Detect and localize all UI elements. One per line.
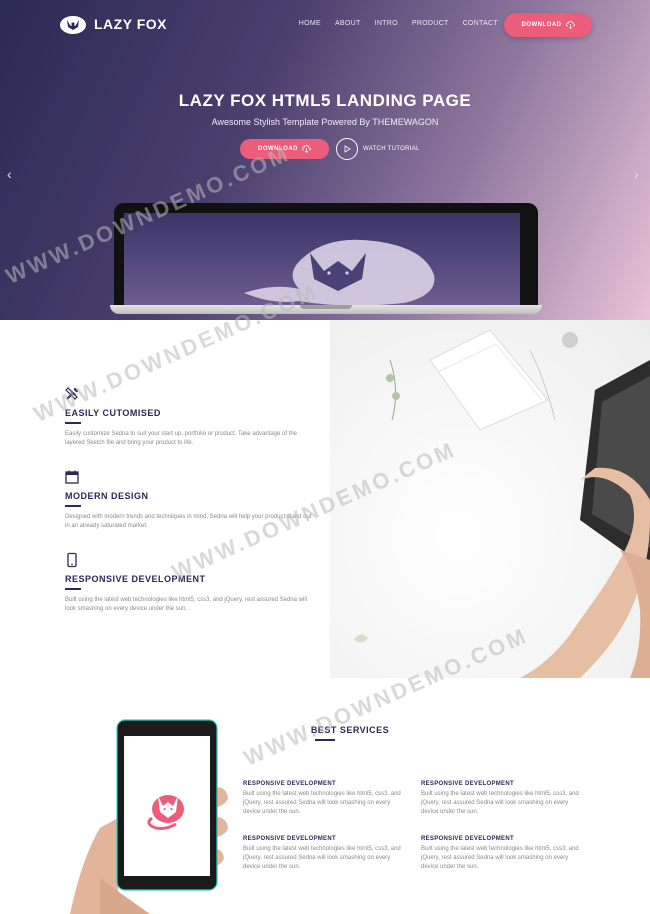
nav-download-label: DOWNLOAD — [521, 22, 562, 28]
feature-description: Built using the latest web technologies … — [65, 597, 308, 612]
feature-underline — [65, 422, 81, 424]
service-item: RESPONSIVE DEVELOPMENT Built using the l… — [243, 836, 403, 872]
nav-item-contact[interactable]: CONTACT — [463, 20, 498, 27]
laptop-mockup — [110, 203, 542, 320]
feature-underline — [65, 588, 81, 590]
service-description: Built using the latest web technologies … — [421, 791, 579, 815]
top-nav: LAZY FOX HOME ABOUT INTRO PRODUCT CONTAC… — [0, 0, 650, 50]
hero-section: LAZY FOX HOME ABOUT INTRO PRODUCT CONTAC… — [0, 0, 650, 320]
play-icon — [336, 138, 358, 160]
hero-title: LAZY FOX HTML5 LANDING PAGE — [178, 91, 472, 110]
download-cloud-icon — [302, 145, 311, 153]
service-title: RESPONSIVE DEVELOPMENT — [421, 781, 514, 787]
feature-description: Easily customize Sedna to suit your star… — [65, 431, 298, 446]
nav-item-product[interactable]: PRODUCT — [412, 20, 449, 27]
service-description: Built using the latest web technologies … — [421, 846, 579, 870]
nav-download-button[interactable]: DOWNLOAD — [504, 13, 592, 37]
service-description: Built using the latest web technologies … — [243, 791, 401, 815]
calendar-icon — [65, 470, 79, 484]
service-title: RESPONSIVE DEVELOPMENT — [243, 836, 336, 842]
feature-title: MODERN DESIGN — [65, 491, 149, 501]
desk-photo-illustration — [354, 329, 650, 678]
service-item: RESPONSIVE DEVELOPMENT Built using the l… — [421, 836, 581, 872]
carousel-prev-icon[interactable]: ‹ — [7, 166, 12, 182]
service-item: RESPONSIVE DEVELOPMENT Built using the l… — [243, 781, 403, 817]
nav-item-about[interactable]: ABOUT — [335, 20, 361, 27]
mobile-icon — [67, 552, 77, 568]
service-description: Built using the latest web technologies … — [243, 846, 401, 870]
fox-logo-icon — [60, 16, 86, 34]
download-cloud-icon — [565, 21, 575, 29]
desk-photo — [330, 320, 650, 678]
nav-links: HOME ABOUT INTRO PRODUCT CONTACT — [299, 20, 498, 27]
service-title: RESPONSIVE DEVELOPMENT — [421, 836, 514, 842]
carousel-next-icon[interactable]: › — [634, 166, 639, 182]
feature-underline — [65, 505, 81, 507]
nav-item-home[interactable]: HOME — [299, 20, 321, 27]
service-item: RESPONSIVE DEVELOPMENT Built using the l… — [421, 781, 581, 817]
watch-tutorial-link[interactable]: WATCH TUTORIAL — [336, 138, 420, 160]
fox-illustration-icon — [244, 239, 435, 306]
watch-tutorial-label: WATCH TUTORIAL — [363, 146, 420, 152]
feature-title: EASILY CUTOMISED — [65, 408, 161, 418]
brand-logo[interactable]: LAZY FOX — [58, 12, 167, 36]
hero-subtitle: Awesome Stylish Template Powered By THEM… — [211, 117, 439, 127]
service-title: RESPONSIVE DEVELOPMENT — [243, 781, 336, 787]
laptop-screen — [124, 213, 520, 307]
brand-name: LAZY FOX — [94, 16, 167, 32]
hand-holding-phone-illustration — [70, 719, 228, 914]
nav-item-intro[interactable]: INTRO — [375, 20, 398, 27]
